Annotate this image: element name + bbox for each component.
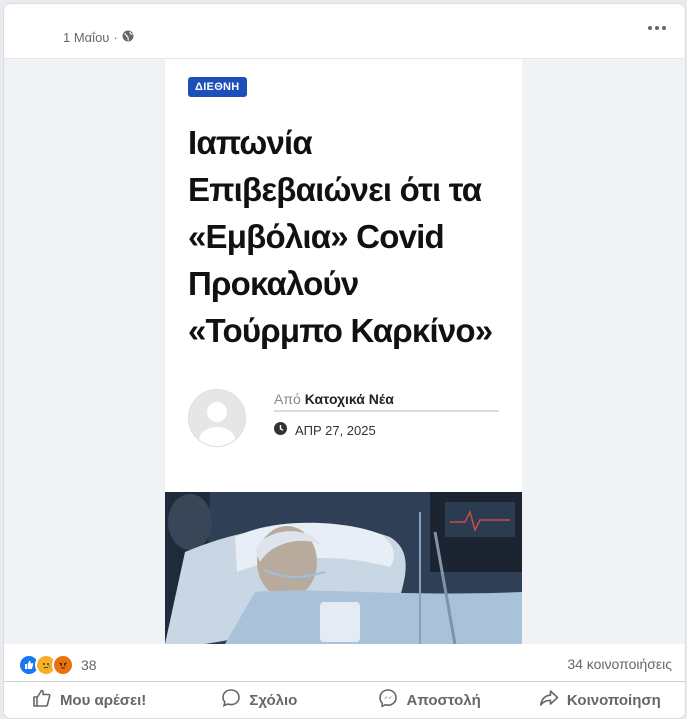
send-button[interactable]: Αποστολή	[345, 682, 515, 718]
post-card: 1 Μαΐου · ΔΙΕΘΝΗ Ιαπωνία Επιβεβαιώνει ότ…	[3, 3, 686, 719]
article-headline: Ιαπωνία Επιβεβαιώνει ότι τα «Εμβόλια» Co…	[188, 124, 493, 349]
reaction-count: 38	[81, 657, 97, 673]
clock-icon	[274, 422, 287, 438]
send-label: Αποστολή	[406, 691, 481, 709]
like-button[interactable]: Μου αρέσει!	[4, 682, 174, 718]
globe-icon	[122, 30, 134, 45]
article-date: ΑΠΡ 27, 2025	[295, 422, 376, 438]
post-actions: Μου αρέσει! Σχόλιο Αποστολή Κοινοποίηση	[4, 681, 685, 718]
more-options-button[interactable]	[643, 16, 671, 40]
reactions-summary[interactable]: 38	[18, 654, 97, 676]
article-screenshot: ΔΙΕΘΝΗ Ιαπωνία Επιβεβαιώνει ότι τα «Εμβό…	[165, 59, 522, 644]
share-label: Κοινοποίηση	[566, 691, 661, 709]
angry-reaction-icon	[52, 654, 74, 676]
post-header: 1 Μαΐου ·	[4, 4, 685, 57]
article-date-line: ΑΠΡ 27, 2025	[274, 422, 376, 438]
post-media[interactable]: ΔΙΕΘΝΗ Ιαπωνία Επιβεβαιώνει ότι τα «Εμβό…	[4, 58, 685, 644]
thumbs-up-icon	[32, 688, 52, 712]
post-timestamp[interactable]: 1 Μαΐου	[63, 30, 109, 45]
author-avatar	[188, 389, 246, 447]
author-name: Κατοχικά Νέα	[304, 391, 394, 407]
post-meta: 1 Μαΐου ·	[63, 30, 134, 45]
messenger-icon	[378, 688, 398, 712]
post-footer: 38 34 κοινοποιήσεις Μου αρέσει! Σχόλιο Α…	[4, 644, 685, 718]
comment-label: Σχόλιο	[249, 691, 298, 709]
meta-separator: ·	[113, 30, 118, 45]
comment-button[interactable]: Σχόλιο	[174, 682, 344, 718]
more-dot	[662, 26, 666, 30]
more-dot	[655, 26, 659, 30]
category-tag: ΔΙΕΘΝΗ	[188, 77, 247, 97]
byline-prefix: Από	[274, 391, 301, 407]
like-label: Μου αρέσει!	[59, 691, 147, 709]
share-icon	[539, 688, 559, 712]
hospital-patient-photo	[165, 492, 522, 644]
share-count[interactable]: 34 κοινοποιήσεις	[567, 656, 672, 672]
byline: Από Κατοχικά Νέα	[274, 391, 499, 412]
more-dot	[648, 26, 652, 30]
comment-icon	[221, 688, 241, 712]
share-button[interactable]: Κοινοποίηση	[515, 682, 685, 718]
